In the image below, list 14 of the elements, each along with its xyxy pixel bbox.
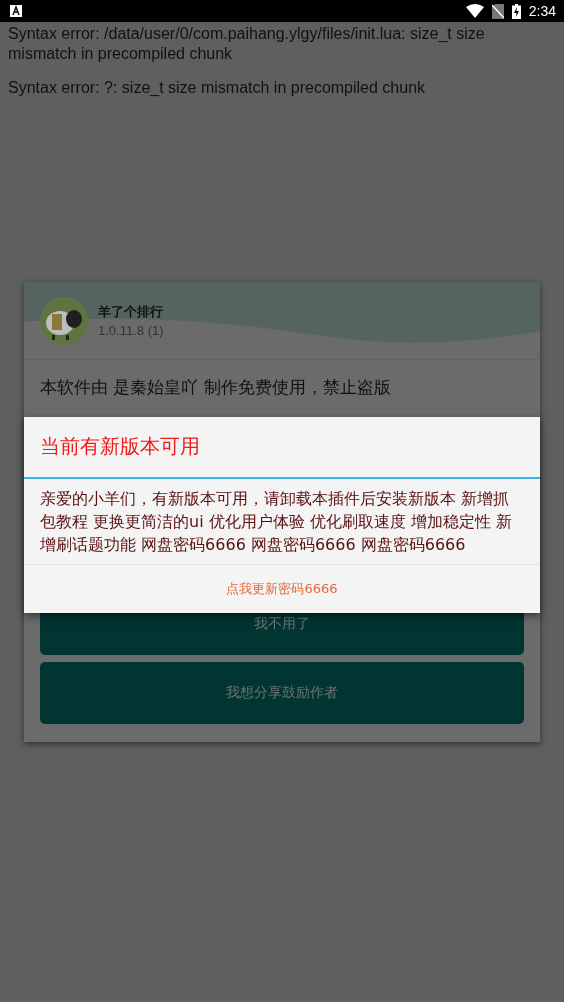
status-time: 2:34 (528, 3, 556, 19)
error-message: Syntax error: ?: size_t size mismatch in precompiled chunk (8, 78, 427, 98)
dialog-title: 当前有新版本可用 (24, 417, 540, 479)
app-version: 1.0.11.8 (1) (98, 323, 164, 338)
update-message: 亲爱的小羊们，有新版本可用，请卸载本插件后安装新版本 新增抓包教程 更换更简洁的ui 优化用户体验 优化刷取速度 增加稳定性 新增刷话题功能 网盘密码6666 网盘密码6666 网盘密码6666 (24, 479, 540, 565)
dialog-button[interactable]: 我想分享鼓励作者 (40, 662, 524, 724)
notice-text: 本软件由 是秦始皇吖 制作免费使用，禁止盗版 (40, 376, 392, 399)
no-sim-icon (491, 3, 504, 19)
sheep-logo-icon (40, 296, 88, 345)
notification-icon (10, 5, 22, 17)
error-message: Syntax error: /data/user/0/com.paihang.ylgy/files/init.lua: size_t size mismatch in precompiled chunk (8, 24, 486, 64)
wifi-icon (465, 4, 484, 18)
app-name: 羊了个排行 (98, 303, 164, 321)
battery-charging-icon (511, 3, 521, 19)
